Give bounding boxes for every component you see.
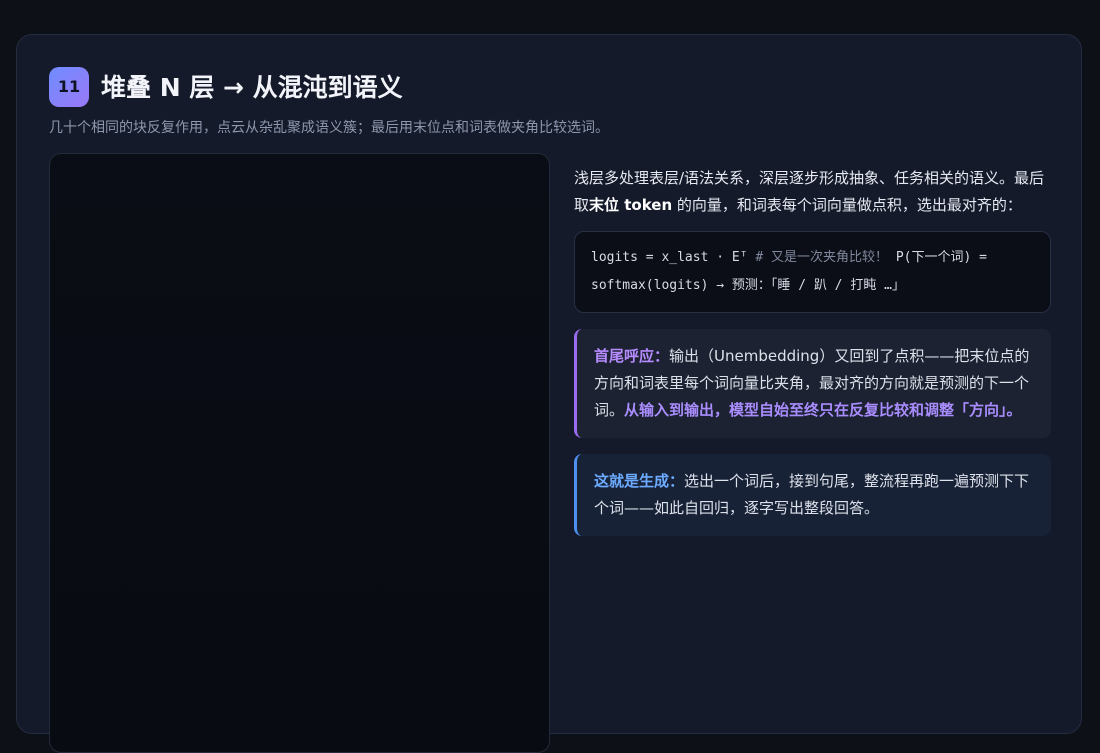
callout-echo-emphasis: 从输入到输出，模型自始至终只在反复比较和调整「方向」。 xyxy=(624,401,1022,419)
step-number-badge: 11 xyxy=(49,67,89,107)
page-subtitle: 几十个相同的块反复作用，点云从杂乱聚成语义簇；最后用末位点和词表做夹角比较选词。 xyxy=(49,120,609,136)
code-line-2: softmax(logits) → 预测：「睡 / 趴 / 打盹 …」 xyxy=(591,278,905,293)
code-comment: # 又是一次夹角比较！ xyxy=(755,250,889,265)
intro-paragraph: 浅层多处理表层/语法关系，深层逐步形成抽象、任务相关的语义。最后取末位 toke… xyxy=(574,165,1051,219)
page-title: 堆叠 N 层 → 从混沌到语义 xyxy=(101,73,403,102)
step-card: 11 堆叠 N 层 → 从混沌到语义 几十个相同的块反复作用，点云从杂乱聚成语义… xyxy=(16,34,1082,753)
point-cloud-canvas[interactable] xyxy=(49,153,550,753)
callout-echo-lead: 首尾呼应： xyxy=(594,347,670,365)
callout-generation-lead: 这就是生成： xyxy=(594,472,685,490)
code-line-1-tail: P(下一个词) = xyxy=(888,250,987,265)
code-line-1: logits = x_last · Eᵀ # 又是一次夹角比较！ P(下一个词)… xyxy=(591,244,1034,272)
callout-generation: 这就是生成：选出一个词后，接到句尾，整流程再跑一遍预测下下个词——如此自回归，逐… xyxy=(574,454,1051,536)
callout-echo: 首尾呼应：输出（Unembedding）又回到了点积——把末位点的方向和词表里每… xyxy=(574,329,1051,438)
explanation-column: 浅层多处理表层/语法关系，深层逐步形成抽象、任务相关的语义。最后取末位 toke… xyxy=(574,165,1051,536)
intro-text-after: 的向量，和词表每个词向量做点积，选出最对齐的： xyxy=(672,196,1022,214)
intro-strong: 末位 token xyxy=(589,196,673,214)
code-block: logits = x_last · Eᵀ # 又是一次夹角比较！ P(下一个词)… xyxy=(574,231,1051,313)
code-line-1-code: logits = x_last · Eᵀ xyxy=(591,250,756,265)
